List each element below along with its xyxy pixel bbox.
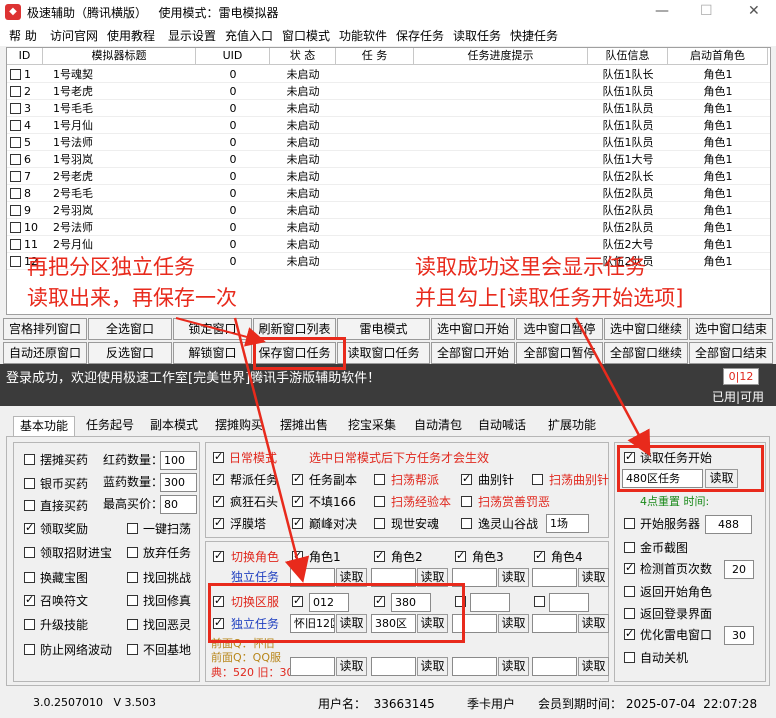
user-type-label: 季卡用户 [467,697,516,711]
status-bar: 3.0.2507010 V 3.503 用户名： 33663145 季卡用户 会… [0,690,776,718]
version-label: 3.0.2507010 V 3.503 [33,696,156,709]
expire-label: 会员到期时间： 2025-07-04 22:07:28 [538,697,758,711]
annotation-arrows [175,317,651,583]
username-label: 用户名： 33663145 [318,697,435,711]
